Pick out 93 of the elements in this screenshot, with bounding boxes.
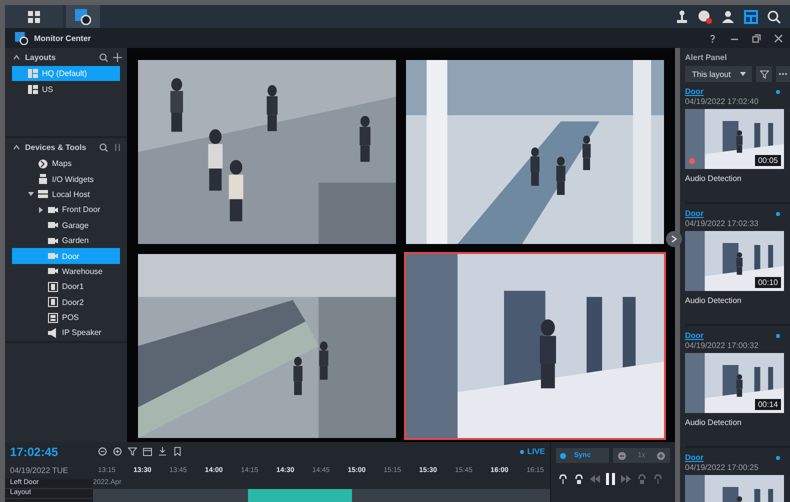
layout-icon bbox=[28, 69, 38, 78]
unread-dot bbox=[776, 334, 780, 338]
tree-item[interactable]: Warehouse bbox=[12, 264, 120, 280]
user-icon[interactable] bbox=[721, 10, 735, 24]
door-icon bbox=[48, 282, 58, 292]
joystick-icon[interactable] bbox=[675, 10, 689, 24]
camera-icon bbox=[48, 220, 58, 230]
grid-icon bbox=[28, 10, 40, 22]
alert-time: 04/19/2022 17:00:25 bbox=[685, 463, 760, 472]
pause-icon[interactable] bbox=[606, 473, 615, 485]
expand-panel-button[interactable] bbox=[666, 231, 682, 247]
search-icon[interactable] bbox=[767, 10, 781, 24]
plus-icon[interactable] bbox=[657, 452, 665, 460]
tree-item[interactable]: Garden bbox=[12, 232, 120, 248]
search-icon[interactable] bbox=[99, 142, 108, 152]
alert-type: Audio Detection bbox=[685, 174, 742, 183]
unread-dot bbox=[776, 212, 780, 216]
step-forward-icon[interactable] bbox=[621, 475, 631, 483]
help-icon[interactable] bbox=[708, 34, 717, 42]
camera-link[interactable]: Door bbox=[685, 331, 704, 340]
filter-icon bbox=[760, 70, 769, 78]
zoom-out-icon[interactable] bbox=[98, 447, 107, 456]
camera-link[interactable]: Door bbox=[685, 87, 704, 96]
caret-icon[interactable] bbox=[28, 191, 34, 198]
alert-card[interactable]: Door 04/19/2022 17:02:33 00:10 Audio Detection bbox=[685, 204, 790, 326]
section-title: Devices & Tools bbox=[25, 142, 86, 152]
notification-icon[interactable] bbox=[698, 10, 712, 24]
speaker-icon bbox=[48, 328, 58, 338]
widget-icon[interactable] bbox=[744, 10, 758, 24]
alert-type: Audio Detection bbox=[685, 418, 742, 427]
layout-dropdown[interactable]: This layout bbox=[685, 66, 752, 82]
camera-icon bbox=[48, 266, 58, 276]
alert-card[interactable]: Door 04/19/2022 17:02:40 00:05 Audio Detection bbox=[685, 82, 790, 204]
tree-item[interactable]: Door1 bbox=[12, 279, 120, 295]
tree-item[interactable]: POS bbox=[12, 310, 120, 326]
door-icon bbox=[48, 297, 58, 308]
alert-time: 04/19/2022 17:02:33 bbox=[685, 219, 760, 228]
camera-link[interactable]: Door bbox=[685, 453, 704, 462]
zoom-in-icon[interactable] bbox=[113, 447, 122, 456]
section-title: Layouts bbox=[25, 52, 56, 62]
host-icon bbox=[38, 189, 48, 200]
camera-app-icon bbox=[75, 8, 91, 24]
camera-app-icon bbox=[15, 32, 28, 44]
unread-dot bbox=[776, 90, 780, 94]
window-title: Monitor Center bbox=[34, 34, 91, 42]
clip-duration: 00:14 bbox=[754, 399, 781, 410]
tree-item[interactable]: Maps bbox=[12, 156, 120, 172]
tree-node[interactable]: Local Host bbox=[12, 186, 120, 202]
clip-duration: 00:05 bbox=[754, 155, 781, 166]
calendar-icon[interactable] bbox=[143, 447, 152, 456]
map-icon bbox=[38, 158, 48, 169]
tree-item[interactable]: Front Door bbox=[12, 202, 120, 218]
camera-icon bbox=[48, 236, 58, 246]
caret-icon[interactable] bbox=[38, 206, 44, 213]
alert-type: Audio Detection bbox=[685, 296, 742, 305]
chevron-right-icon bbox=[671, 235, 677, 243]
live-indicator[interactable]: LIVE bbox=[520, 447, 545, 456]
unread-dot bbox=[776, 456, 780, 460]
tree-item[interactable]: Garage bbox=[12, 218, 120, 233]
add-icon[interactable] bbox=[113, 52, 122, 62]
bookmark-icon[interactable] bbox=[173, 447, 182, 456]
collapse-icon[interactable] bbox=[13, 54, 20, 60]
clip-duration: 00:10 bbox=[754, 277, 781, 288]
filter-button[interactable] bbox=[756, 66, 772, 82]
main-menu-button[interactable] bbox=[5, 5, 63, 28]
camera-link[interactable]: Door bbox=[685, 209, 704, 218]
camera-icon bbox=[48, 251, 58, 262]
camera-icon bbox=[48, 204, 58, 215]
tree-item[interactable]: Door2 bbox=[12, 294, 120, 310]
app-taskbar-button[interactable] bbox=[66, 5, 100, 28]
io-icon bbox=[38, 174, 48, 184]
more-button[interactable] bbox=[776, 66, 790, 82]
collapse-icon[interactable] bbox=[13, 144, 20, 150]
layout-icon bbox=[28, 84, 38, 94]
alert-card[interactable]: Door 04/19/2022 17:00:25 bbox=[685, 448, 790, 502]
restore-icon[interactable] bbox=[752, 34, 761, 42]
alert-time: 04/19/2022 17:00:32 bbox=[685, 341, 760, 350]
date-label: 04/19/2022 TUE bbox=[10, 466, 70, 474]
alert-time: 04/19/2022 17:02:40 bbox=[685, 97, 760, 106]
minus-icon[interactable] bbox=[618, 452, 626, 460]
layout-item[interactable]: US bbox=[12, 81, 120, 97]
clock-time: 17:02:45 bbox=[10, 444, 60, 458]
step-back-icon[interactable] bbox=[590, 475, 600, 483]
close-icon[interactable] bbox=[774, 34, 783, 42]
tree-item[interactable]: IP Speaker bbox=[12, 325, 120, 341]
download-icon[interactable] bbox=[158, 447, 167, 456]
panel-title: Alert Panel bbox=[685, 52, 728, 64]
alert-card[interactable]: Door 04/19/2022 17:00:32 00:14 Audio Detection bbox=[685, 326, 790, 448]
caret-icon bbox=[740, 72, 746, 76]
search-icon[interactable] bbox=[99, 52, 108, 62]
pos-icon bbox=[48, 312, 58, 323]
tree-item[interactable]: I/O Widgets bbox=[12, 171, 120, 187]
filter-icon[interactable] bbox=[128, 447, 137, 456]
